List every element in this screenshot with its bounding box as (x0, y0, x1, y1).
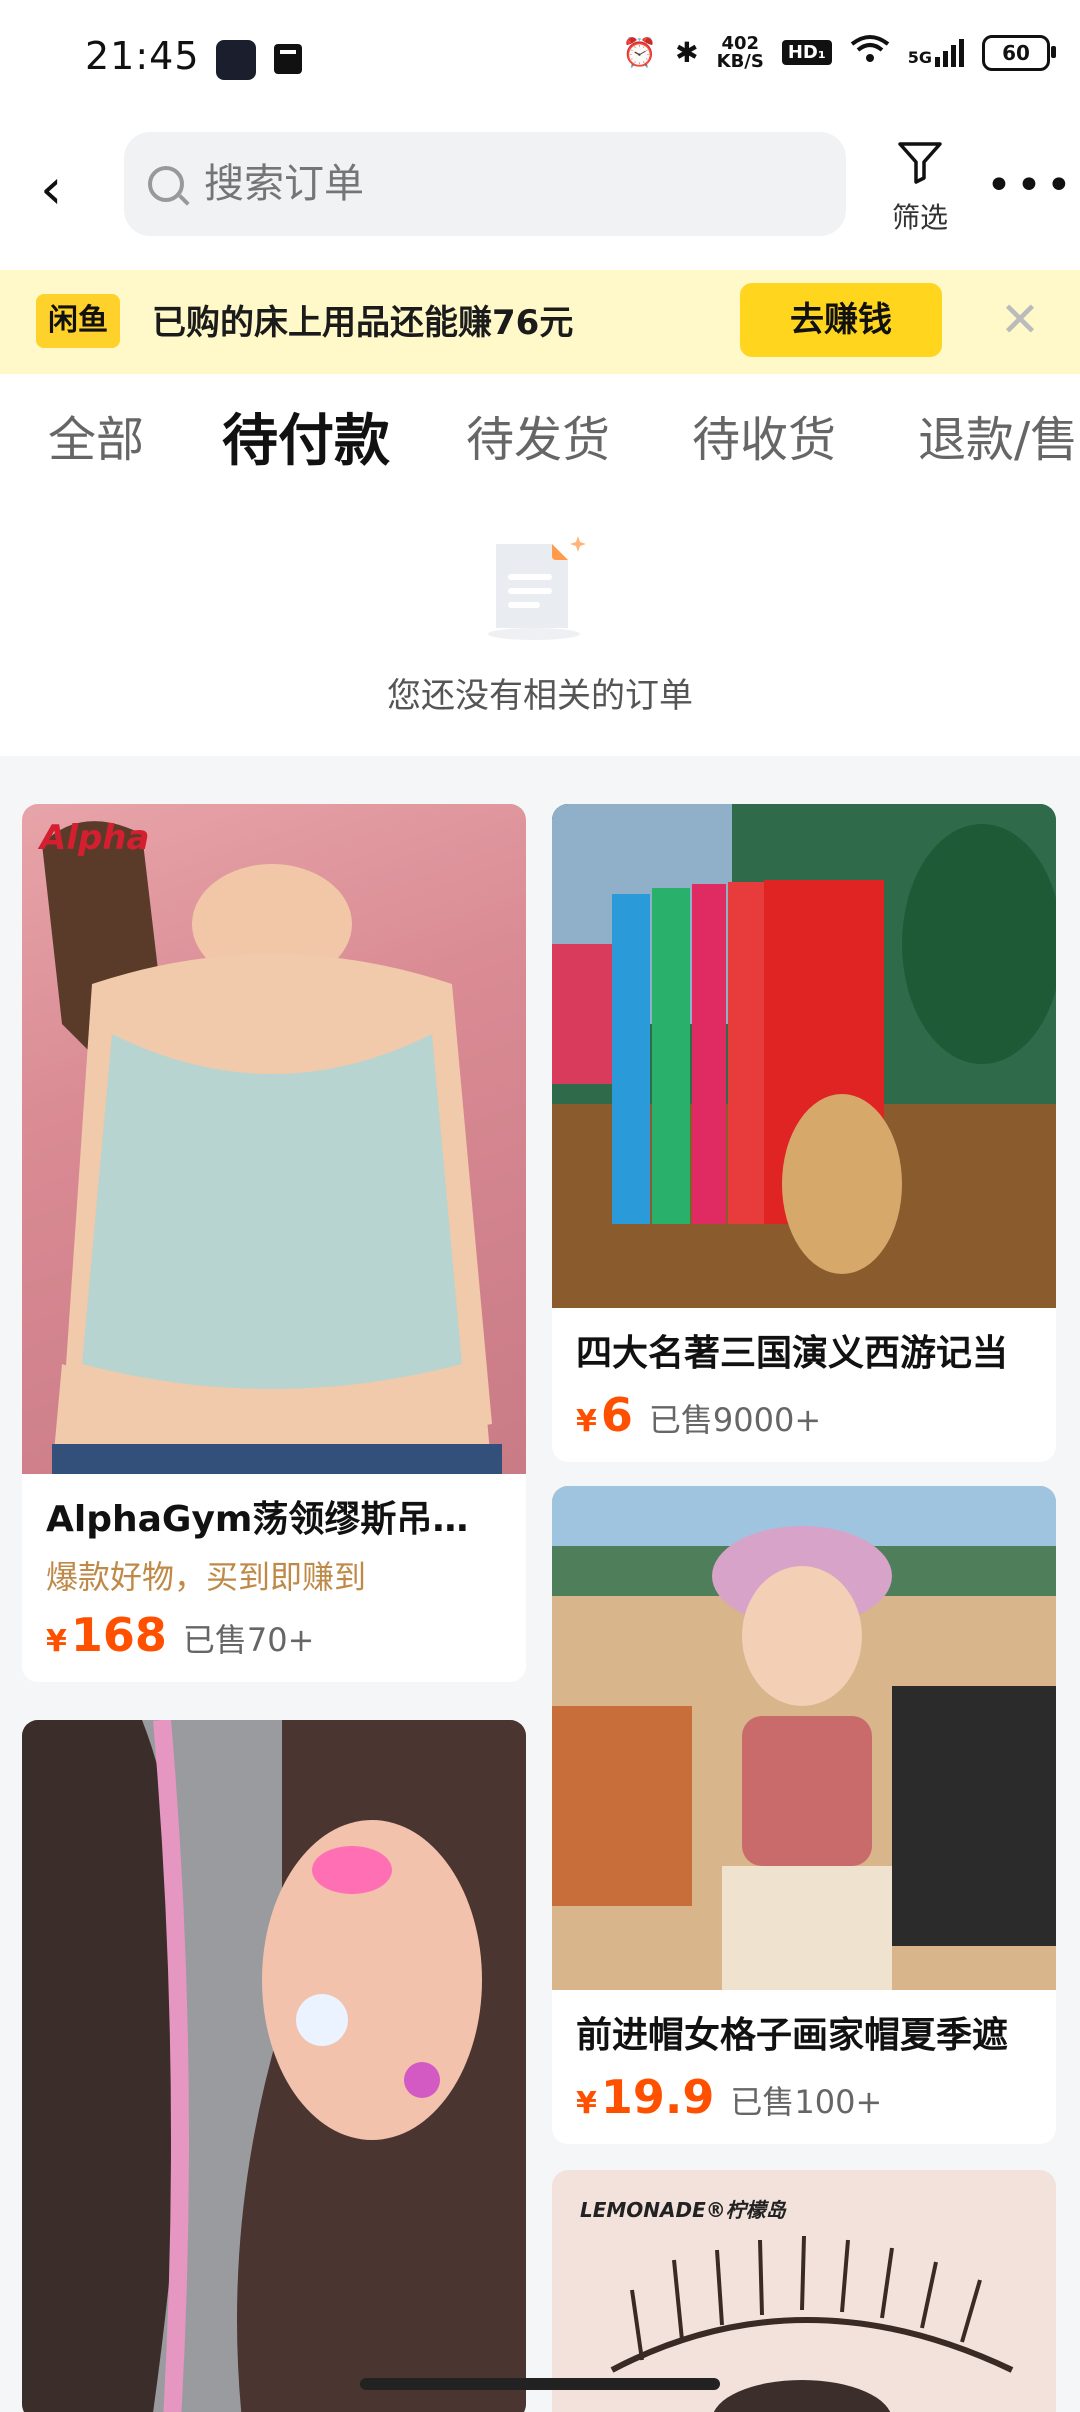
header: ‹ 筛选 ••• (0, 120, 1080, 270)
product-title: AlphaGym荡领缪斯吊带女 (46, 1499, 505, 1540)
product-price: ¥19.9 (576, 2070, 715, 2124)
product-title: 四大名著三国演义西游记当 (576, 1333, 1009, 1374)
filter-icon (898, 142, 942, 184)
search-bar[interactable] (124, 132, 846, 236)
product-title: 前进帽女格子画家帽夏季遮 (576, 2015, 1009, 2056)
product-image: Alpha (22, 804, 526, 1474)
product-card[interactable] (22, 1720, 526, 2412)
brand-watermark: Alpha (40, 818, 150, 858)
status-time: 21:45 (85, 34, 200, 78)
filter-label: 筛选 (891, 201, 948, 234)
product-image (552, 804, 1056, 1308)
notification-clipboard-icon (268, 40, 308, 80)
notification-app-icon (216, 40, 256, 80)
filter-button[interactable]: 筛选 (880, 138, 960, 236)
tab-pending-payment[interactable]: 待付款 (222, 396, 390, 477)
product-photo-books (552, 804, 1056, 1308)
gesture-bar[interactable] (360, 2378, 720, 2390)
product-image (552, 1486, 1056, 1990)
product-image: LEMONADE®柠檬岛 (552, 2170, 1056, 2412)
battery-icon: 60 (982, 34, 1056, 71)
product-price: ¥168 (46, 1608, 167, 1662)
product-photo-top (42, 821, 502, 1474)
tab-pending-receipt[interactable]: 待收货 (692, 400, 836, 470)
tab-pending-shipment[interactable]: 待发货 (466, 400, 610, 470)
product-image (22, 1720, 526, 2412)
product-card[interactable]: LEMONADE®柠檬岛 (552, 2170, 1056, 2412)
sold-count: 已售70+ (182, 1621, 315, 1659)
tab-all[interactable]: 全部 (48, 400, 144, 470)
product-feed: Alpha AlphaGym荡领缪斯吊带女 爆款好物，买到即赚到 ¥168 已售… (0, 780, 1080, 2412)
order-tabs: 全部 待付款 待发货 待收货 退款/售 (0, 374, 1080, 490)
status-bar: 21:45 ⏰ ✱ 402 KB/S HD₁ 5G 60 (0, 0, 1080, 120)
earn-money-button[interactable]: 去赚钱 (740, 283, 942, 357)
sold-count: 已售100+ (730, 2083, 883, 2121)
status-icons: ⏰ ✱ 402 KB/S HD₁ 5G 60 (622, 32, 1056, 72)
price-row: ¥168 已售70+ (22, 1602, 526, 1682)
xianyu-logo: 闲鱼 (36, 294, 120, 348)
hd-icon: HD₁ (781, 40, 832, 65)
search-input[interactable] (202, 160, 806, 208)
product-promo: 爆款好物，买到即赚到 (46, 1558, 367, 1596)
bluetooth-icon: ✱ (675, 36, 699, 69)
empty-message: 您还没有相关的订单 (387, 676, 693, 716)
empty-document-icon (488, 536, 586, 640)
tab-refund[interactable]: 退款/售 (918, 400, 1078, 470)
empty-state: 您还没有相关的订单 (0, 490, 1080, 756)
product-card[interactable]: 前进帽女格子画家帽夏季遮 ¥19.9 已售100+ (552, 1486, 1056, 2144)
back-button[interactable]: ‹ (40, 155, 90, 225)
banner-text: 已购的床上用品还能赚76元 (152, 303, 574, 343)
sold-count: 已售9000+ (648, 1401, 822, 1439)
product-card[interactable]: Alpha AlphaGym荡领缪斯吊带女 爆款好物，买到即赚到 ¥168 已售… (22, 804, 526, 1682)
product-photo-lashes (610, 2235, 1014, 2412)
price-row: ¥6 已售9000+ (552, 1382, 1056, 1462)
alarm-icon: ⏰ (622, 36, 658, 69)
product-photo-hat (552, 1486, 1056, 1990)
cell-signal-icon: 5G (908, 38, 964, 67)
close-icon[interactable]: ✕ (990, 290, 1050, 350)
product-photo-ear (22, 1720, 526, 2412)
network-speed: 402 KB/S (716, 32, 764, 72)
earn-banner[interactable]: 闲鱼 已购的床上用品还能赚76元 去赚钱 ✕ (0, 270, 1080, 374)
product-price: ¥6 (576, 1388, 633, 1442)
price-row: ¥19.9 已售100+ (552, 2064, 1056, 2144)
more-icon[interactable]: ••• (986, 160, 1076, 211)
search-icon (148, 166, 184, 202)
product-card[interactable]: 四大名著三国演义西游记当 ¥6 已售9000+ (552, 804, 1056, 1462)
wifi-icon (850, 34, 890, 71)
